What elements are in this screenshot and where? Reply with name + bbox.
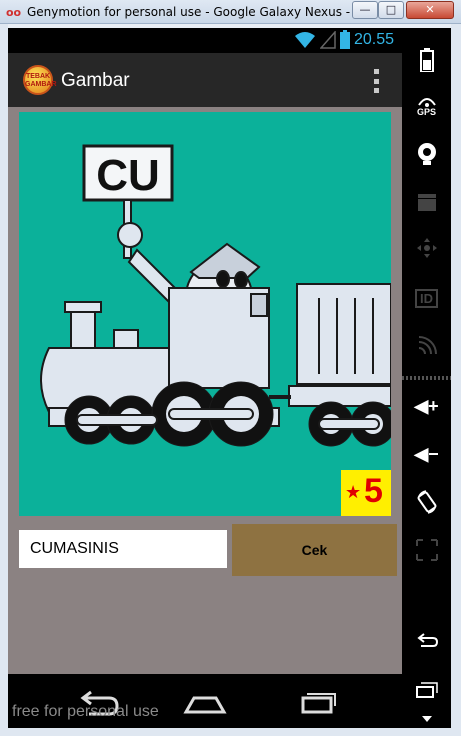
genymotion-logo-icon: oo: [6, 6, 22, 19]
status-bar: 20.55: [8, 28, 402, 53]
back-icon: [416, 633, 438, 647]
window-frame-left: [0, 24, 8, 736]
battery-control-icon: [419, 48, 434, 72]
star-icon: ★: [345, 482, 362, 502]
screencast-button[interactable]: [402, 180, 451, 224]
recent-apps-icon[interactable]: [293, 684, 343, 718]
signal-icon: [319, 30, 336, 49]
window-title: Genymotion for personal use - Google Gal…: [27, 5, 389, 19]
battery-icon: [339, 30, 350, 49]
badge-number: 5: [364, 472, 383, 510]
minimize-button[interactable]: —: [352, 1, 378, 19]
app-logo-icon[interactable]: TEBAK GAMBAR: [23, 65, 57, 95]
train-illustration: CU: [40, 144, 391, 447]
side-panel-separator: [402, 376, 451, 380]
side-back-button[interactable]: [402, 618, 451, 662]
genymotion-side-panel: GPS ID ◀+ ◀−: [402, 28, 451, 728]
webcam-icon: [417, 143, 436, 165]
id-icon: ID: [415, 288, 438, 308]
recent-apps-icon: [415, 682, 438, 698]
battery-widget-button[interactable]: [402, 38, 451, 82]
volume-up-button[interactable]: ◀+: [402, 384, 451, 428]
window-frame-bottom: [0, 728, 461, 736]
gps-icon: [417, 98, 436, 107]
status-clock: 20.55: [353, 30, 394, 48]
sign-text: CU: [96, 151, 160, 200]
clapperboard-icon: [417, 194, 436, 211]
camera-button[interactable]: [402, 132, 451, 176]
android-screen: 20.55 TEBAK GAMBAR Gambar CU ★ 5 CUMASIN…: [8, 28, 402, 674]
close-button[interactable]: ✕: [406, 1, 454, 19]
app-logo-text-top: TEBAK: [25, 73, 51, 80]
home-icon[interactable]: [180, 684, 230, 718]
wifi-icon: [294, 31, 315, 48]
side-recent-apps-button[interactable]: [402, 668, 451, 712]
check-button[interactable]: Cek: [232, 524, 397, 576]
remote-control-button[interactable]: [402, 226, 451, 270]
cast-icon: [418, 336, 437, 355]
puzzle-image: CU ★ 5: [19, 112, 391, 516]
action-bar: TEBAK GAMBAR Gambar: [8, 53, 402, 107]
overflow-menu-icon[interactable]: [374, 69, 380, 93]
rotate-button[interactable]: [402, 480, 451, 524]
gps-label: GPS: [416, 107, 436, 117]
scale-icon: [415, 539, 438, 561]
page-title: Gambar: [61, 70, 130, 91]
scroll-down-arrow-icon[interactable]: [422, 716, 432, 722]
dpad-icon: [416, 238, 437, 258]
app-logo-text-bottom: GAMBAR: [25, 81, 57, 88]
volume-down-button[interactable]: ◀−: [402, 432, 451, 476]
pixel-perfect-button[interactable]: [402, 528, 451, 572]
watermark-text: free for personal use: [12, 703, 159, 720]
cast-button[interactable]: [402, 324, 451, 368]
answer-input[interactable]: [19, 530, 227, 568]
window-frame-right: [451, 24, 461, 736]
window-title-bar: oo Genymotion for personal use - Google …: [0, 0, 461, 24]
gps-button[interactable]: GPS: [402, 84, 451, 128]
maximize-button[interactable]: □: [378, 1, 404, 19]
score-badge: ★ 5: [341, 470, 391, 516]
rotate-icon: [417, 490, 436, 514]
device-id-button[interactable]: ID: [402, 276, 451, 320]
